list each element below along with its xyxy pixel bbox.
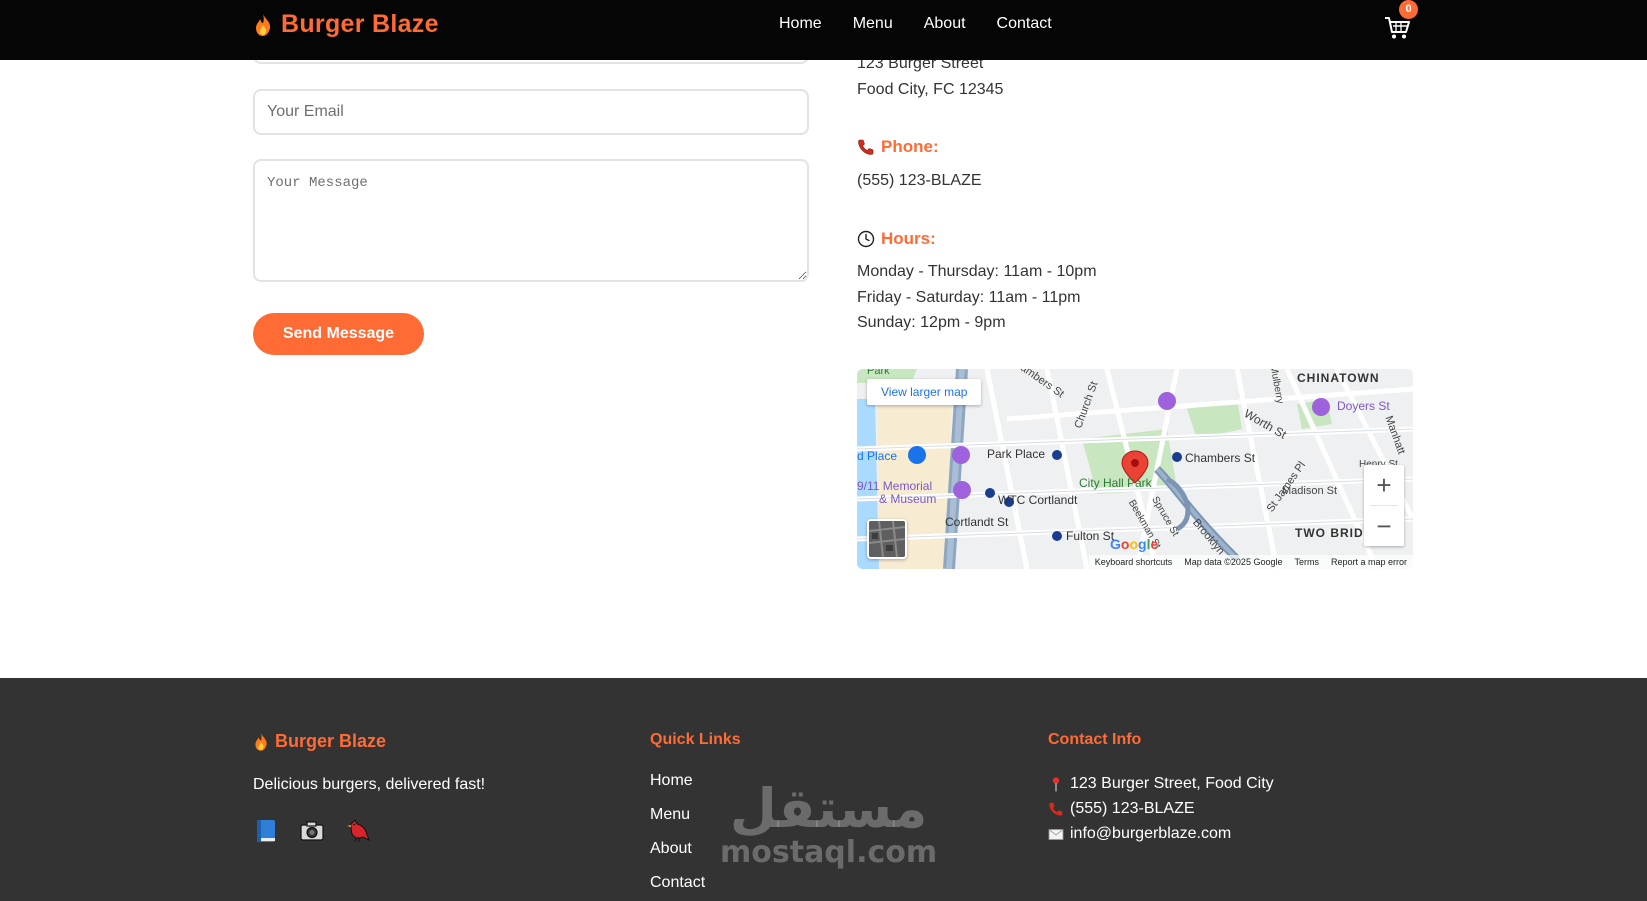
hours-line-2: Friday - Saturday: 11am - 11pm xyxy=(857,289,1081,306)
map-label: Park Place xyxy=(987,447,1046,461)
report-map-error-link[interactable]: Report a map error xyxy=(1331,557,1407,567)
satellite-thumbnail-icon xyxy=(869,521,905,557)
watermark: مستقل mostaql.com xyxy=(720,780,937,868)
footer-phone: (555) 123-BLAZE xyxy=(1070,800,1195,817)
map-label: Chambers St xyxy=(1185,451,1256,465)
flame-icon xyxy=(256,13,271,36)
map-label: CHINATOWN xyxy=(1297,371,1380,385)
footer-address: 123 Burger Street, Food City xyxy=(1070,775,1274,792)
zoom-in-button[interactable]: + xyxy=(1364,465,1404,505)
navbar: Burger Blaze Home Menu About Contact 0 xyxy=(0,0,1647,60)
view-larger-map-link[interactable]: View larger map xyxy=(867,379,982,405)
map-label: Cortlandt St xyxy=(945,515,1009,529)
email-field[interactable] xyxy=(253,89,809,135)
footer-brand-name: Burger Blaze xyxy=(275,731,387,751)
main-nav: Home Menu About Contact xyxy=(779,15,1083,33)
phone-value: (555) 123-BLAZE xyxy=(857,172,982,189)
map-label: WTC Cortlandt xyxy=(998,493,1078,507)
zoom-out-button[interactable]: − xyxy=(1364,506,1404,546)
footer-phone-row: (555) 123-BLAZE xyxy=(1048,796,1274,821)
camera-icon[interactable] xyxy=(299,818,325,844)
social-links xyxy=(253,818,371,844)
nav-home[interactable]: Home xyxy=(779,15,822,33)
watermark-arabic: مستقل xyxy=(729,777,928,840)
footer-email[interactable]: info@burgerblaze.com xyxy=(1070,821,1231,846)
hours-line-3: Sunday: 12pm - 9pm xyxy=(857,314,1006,331)
map-label: & Museum xyxy=(879,492,937,506)
nav-contact[interactable]: Contact xyxy=(997,15,1052,33)
quick-links: Home Menu About Contact xyxy=(650,771,705,901)
send-message-button[interactable]: Send Message xyxy=(253,313,424,355)
map-label: Park xyxy=(867,369,890,377)
bird-icon[interactable] xyxy=(345,818,371,844)
brand-logo[interactable]: Burger Blaze xyxy=(253,10,439,39)
map-label: d Place xyxy=(857,449,898,463)
phone-heading: Phone: xyxy=(857,137,939,157)
hours-heading-label: Hours: xyxy=(881,229,936,248)
terms-link[interactable]: Terms xyxy=(1294,557,1319,567)
contact-info-heading: Contact Info xyxy=(1048,731,1142,748)
zoom-controls: + − xyxy=(1364,465,1404,546)
quick-links-heading: Quick Links xyxy=(650,731,741,748)
footer-contact-info: 123 Burger Street, Food City (555) 123-B… xyxy=(1048,771,1274,846)
footer-tagline: Delicious burgers, delivered fast! xyxy=(253,776,486,793)
map-attribution: Keyboard shortcuts Map data ©2025 Google… xyxy=(1088,555,1413,569)
phone-heading-label: Phone: xyxy=(881,137,939,156)
watermark-latin: mostaql.com xyxy=(720,835,938,870)
map-label: Doyers St xyxy=(1337,399,1390,413)
footer-email-row: info@burgerblaze.com xyxy=(1048,821,1274,846)
footer-link-about[interactable]: About xyxy=(650,839,705,859)
pin-icon xyxy=(1052,776,1060,791)
cart-count-badge: 0 xyxy=(1399,0,1418,19)
brand-name: Burger Blaze xyxy=(281,10,439,38)
phone-icon xyxy=(1049,802,1063,816)
google-logo: Google xyxy=(1110,536,1159,552)
map-label: 9/11 Memorial xyxy=(857,479,933,493)
envelope-icon xyxy=(1048,828,1064,840)
nav-about[interactable]: About xyxy=(924,15,966,33)
footer-link-home[interactable]: Home xyxy=(650,771,705,791)
nav-menu[interactable]: Menu xyxy=(853,15,893,33)
footer-brand: Burger Blaze xyxy=(253,731,386,752)
keyboard-shortcuts-link[interactable]: Keyboard shortcuts xyxy=(1095,557,1173,567)
map-label: TWO BRID xyxy=(1295,526,1364,540)
flame-icon xyxy=(255,732,267,751)
hours-line-1: Monday - Thursday: 11am - 10pm xyxy=(857,263,1097,280)
footer-address-row: 123 Burger Street, Food City xyxy=(1048,771,1274,796)
footer-link-menu[interactable]: Menu xyxy=(650,805,705,825)
phone-icon xyxy=(858,139,874,155)
satellite-toggle[interactable] xyxy=(867,519,907,559)
hours-heading: Hours: xyxy=(857,229,936,249)
message-field[interactable] xyxy=(253,159,809,282)
clock-icon xyxy=(857,230,875,248)
book-icon[interactable] xyxy=(253,818,279,844)
address-line-2: Food City, FC 12345 xyxy=(857,81,1004,98)
map-label: City Hall Park xyxy=(1079,476,1152,490)
footer-link-contact[interactable]: Contact xyxy=(650,873,705,893)
map-data-text: Map data ©2025 Google xyxy=(1184,557,1283,567)
location-map[interactable]: CHINATOWN Doyers St Worth St Chambers St… xyxy=(857,369,1413,569)
map-label: Fulton St xyxy=(1066,529,1115,543)
